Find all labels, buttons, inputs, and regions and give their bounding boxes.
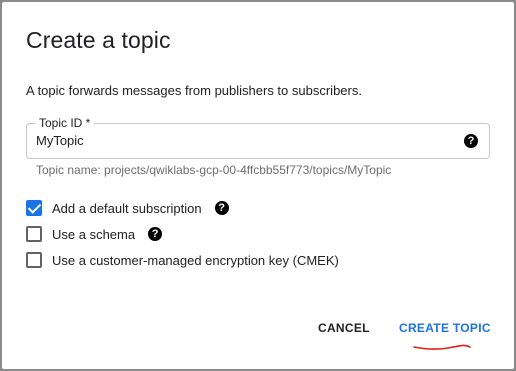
topic-id-field[interactable]: Topic ID * MyTopic ?: [26, 116, 490, 159]
default-subscription-label: Add a default subscription: [52, 200, 202, 216]
topic-id-label: Topic ID *: [35, 116, 95, 130]
dialog-title: Create a topic: [26, 27, 171, 53]
help-icon[interactable]: ?: [214, 201, 229, 215]
use-schema-label: Use a schema: [52, 226, 136, 242]
create-topic-button[interactable]: CREATE TOPIC: [399, 321, 491, 335]
option-use-schema[interactable]: Use a schema ?: [26, 225, 163, 243]
use-schema-checkbox[interactable]: [26, 226, 42, 242]
option-cmek[interactable]: Use a customer-managed encryption key (C…: [26, 251, 339, 269]
topic-id-input[interactable]: MyTopic: [36, 133, 84, 148]
dialog-description: A topic forwards messages from publisher…: [26, 83, 362, 98]
default-subscription-checkbox[interactable]: [26, 200, 42, 216]
help-icon[interactable]: ?: [148, 227, 163, 241]
cmek-checkbox[interactable]: [26, 252, 42, 268]
help-icon[interactable]: ?: [464, 134, 478, 148]
option-default-subscription[interactable]: Add a default subscription ?: [26, 199, 229, 217]
create-topic-dialog: Create a topic A topic forwards messages…: [2, 2, 514, 369]
cancel-button[interactable]: CANCEL: [318, 321, 370, 335]
topic-name-hint: Topic name: projects/qwiklabs-gcp-00-4ff…: [36, 163, 392, 177]
red-underline-annotation: [413, 344, 471, 350]
cmek-label: Use a customer-managed encryption key (C…: [52, 252, 339, 268]
